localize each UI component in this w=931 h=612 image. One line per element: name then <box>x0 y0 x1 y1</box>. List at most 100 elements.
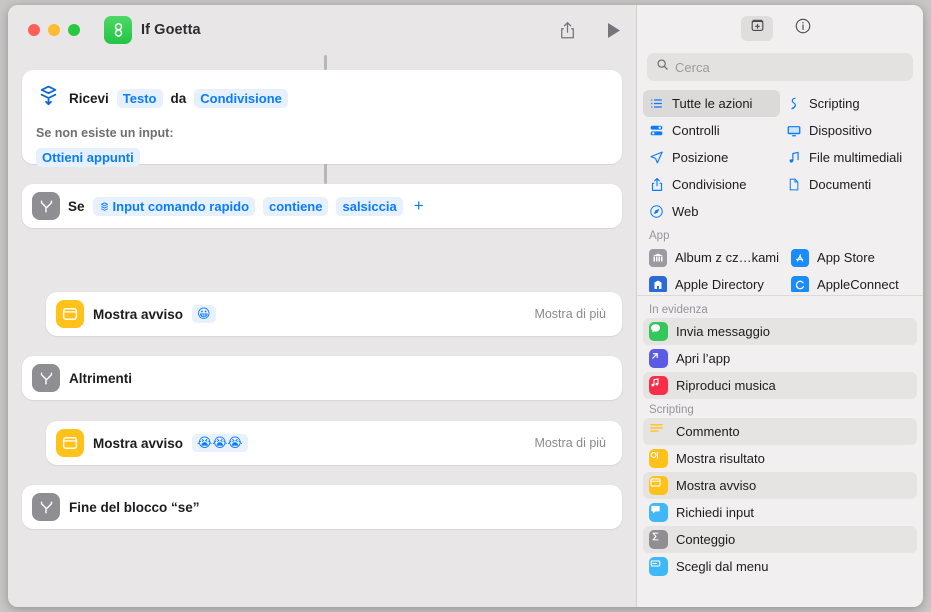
scripting-icon <box>785 96 802 111</box>
list-item[interactable]: Apri l’app <box>643 345 917 372</box>
share-icon <box>648 177 665 192</box>
editor-pane: If Goetta Ricevi Testo da Condivisione S… <box>8 5 636 607</box>
list-item[interactable]: AppleConnect <box>785 271 917 292</box>
if-operator-token[interactable]: contiene <box>263 196 329 216</box>
list-item[interactable]: Riproduci musica <box>643 372 917 399</box>
show-more-else-button[interactable]: Mostra di più <box>534 436 606 450</box>
zoom-button[interactable] <box>68 24 80 36</box>
category-label: Dispositivo <box>809 123 872 138</box>
section-divider <box>637 295 923 296</box>
category-dispositivo[interactable]: Dispositivo <box>780 117 917 144</box>
list-item[interactable]: App Store <box>785 244 917 271</box>
show-more-then-button[interactable]: Mostra di più <box>534 307 606 321</box>
location-icon <box>648 150 665 165</box>
appstore-icon <box>791 248 810 267</box>
add-action-button[interactable] <box>741 15 773 41</box>
if-variable-token[interactable]: Input comando rapido <box>92 196 256 216</box>
messages-icon <box>649 322 668 341</box>
category-file-multimediali[interactable]: File multimediali <box>780 144 917 171</box>
close-button[interactable] <box>28 24 40 36</box>
list-item[interactable]: Mostra avviso <box>643 472 917 499</box>
shortcuts-window: If Goetta Ricevi Testo da Condivisione S… <box>8 5 923 607</box>
receive-source-token[interactable]: Condivisione <box>194 88 288 108</box>
action-card-otherwise[interactable]: Altrimenti <box>22 356 622 400</box>
category-tutte-le-azioni[interactable]: Tutte le azioni <box>643 90 780 117</box>
info-icon <box>794 17 812 40</box>
list-item[interactable]: Mostra risultato <box>643 445 917 472</box>
title-bar-actions <box>554 5 626 55</box>
receive-fallback-label: Se non esiste un input: <box>36 126 174 140</box>
list-item[interactable]: Richiedi input <box>643 499 917 526</box>
action-card-receive[interactable]: Ricevi Testo da Condivisione Se non esis… <box>22 70 622 167</box>
minimize-button[interactable] <box>48 24 60 36</box>
section-header-in-evidenza: In evidenza <box>649 304 708 316</box>
info-button[interactable] <box>787 16 819 41</box>
list-item[interactable]: Invia messaggio <box>643 318 917 345</box>
category-label: Controlli <box>672 123 720 138</box>
if-add-condition-button[interactable]: + <box>411 196 427 216</box>
action-card-show-alert-else[interactable]: Mostra avviso 😭😭😭 Mostra di più <box>46 421 622 465</box>
list-item-label: Mostra avviso <box>676 478 757 493</box>
if-prefix-label: Se <box>68 198 85 214</box>
list-icon <box>648 96 665 111</box>
show-result-icon <box>649 449 668 468</box>
list-item-label: Conteggio <box>676 532 736 547</box>
section-header-app: App <box>649 230 670 242</box>
action-card-show-alert-then[interactable]: Mostra avviso 😀 Mostra di più <box>46 292 622 336</box>
music-icon <box>649 376 668 395</box>
list-item-label: Apri l’app <box>676 351 731 366</box>
action-card-if[interactable]: Se Input comando rapido contiene salsicc… <box>22 184 622 228</box>
list-item[interactable]: Conteggio <box>643 526 917 553</box>
open-app-icon <box>649 349 668 368</box>
category-grid: Tutte le azioni Scripting Controlli Disp… <box>643 90 917 225</box>
list-item-label: Commento <box>676 424 740 439</box>
if-branch-icon <box>32 364 60 392</box>
sidebar-toolbar <box>637 5 923 51</box>
appleconnect-icon <box>791 275 810 292</box>
category-web[interactable]: Web <box>643 198 780 225</box>
list-item[interactable]: Album z cz…kami <box>643 244 785 271</box>
if-row: Se Input comando rapido contiene salsicc… <box>22 184 622 220</box>
search-placeholder: Cerca <box>675 59 710 75</box>
shortcuts-icon <box>104 16 132 44</box>
receive-middle-label: da <box>170 90 187 106</box>
action-card-end-if[interactable]: Fine del blocco “se” <box>22 485 622 529</box>
category-posizione[interactable]: Posizione <box>643 144 780 171</box>
category-condivisione[interactable]: Condivisione <box>643 171 780 198</box>
category-label: Posizione <box>672 150 729 165</box>
run-button[interactable] <box>600 17 626 43</box>
connector-line <box>324 164 327 184</box>
category-scripting[interactable]: Scripting <box>780 90 917 117</box>
library-sidebar: Cerca Tutte le azioni Scripting Controll… <box>636 5 923 607</box>
receive-type-token[interactable]: Testo <box>116 88 163 108</box>
page-title: If Goetta <box>141 22 201 38</box>
list-item-label: Richiedi input <box>676 505 755 520</box>
category-label: Tutte le azioni <box>672 96 753 111</box>
list-item[interactable]: Apple Directory <box>643 271 785 292</box>
receive-prefix-label: Ricevi <box>69 90 109 106</box>
controls-icon <box>648 123 665 138</box>
show-alert-then-emoji-token[interactable]: 😀 <box>192 305 216 323</box>
list-item[interactable]: Commento <box>643 418 917 445</box>
show-alert-icon <box>56 429 84 457</box>
list-item-label: Apple Directory <box>675 277 764 292</box>
show-alert-else-emoji-token[interactable]: 😭😭😭 <box>192 434 248 452</box>
connector-line <box>324 55 327 70</box>
album-icon <box>649 248 667 267</box>
if-value-token[interactable]: salsiccia <box>336 196 403 216</box>
list-item[interactable]: Scegli dal menu <box>643 553 917 580</box>
apple-directory-icon <box>649 275 667 292</box>
list-item-label: AppleConnect <box>817 277 899 292</box>
search-field[interactable]: Cerca <box>647 53 913 81</box>
category-label: Web <box>672 204 699 219</box>
category-controlli[interactable]: Controlli <box>643 117 780 144</box>
receive-fallback-token[interactable]: Ottieni appunti <box>36 148 140 167</box>
show-alert-then-label: Mostra avviso <box>93 306 184 322</box>
category-documenti[interactable]: Documenti <box>780 171 917 198</box>
comment-icon <box>649 422 668 441</box>
end-if-label: Fine del blocco “se” <box>69 499 200 515</box>
window-glyph <box>62 308 78 320</box>
share-button[interactable] <box>554 17 580 43</box>
traffic-lights[interactable] <box>28 24 80 36</box>
if-variable-label: Input comando rapido <box>112 198 250 214</box>
